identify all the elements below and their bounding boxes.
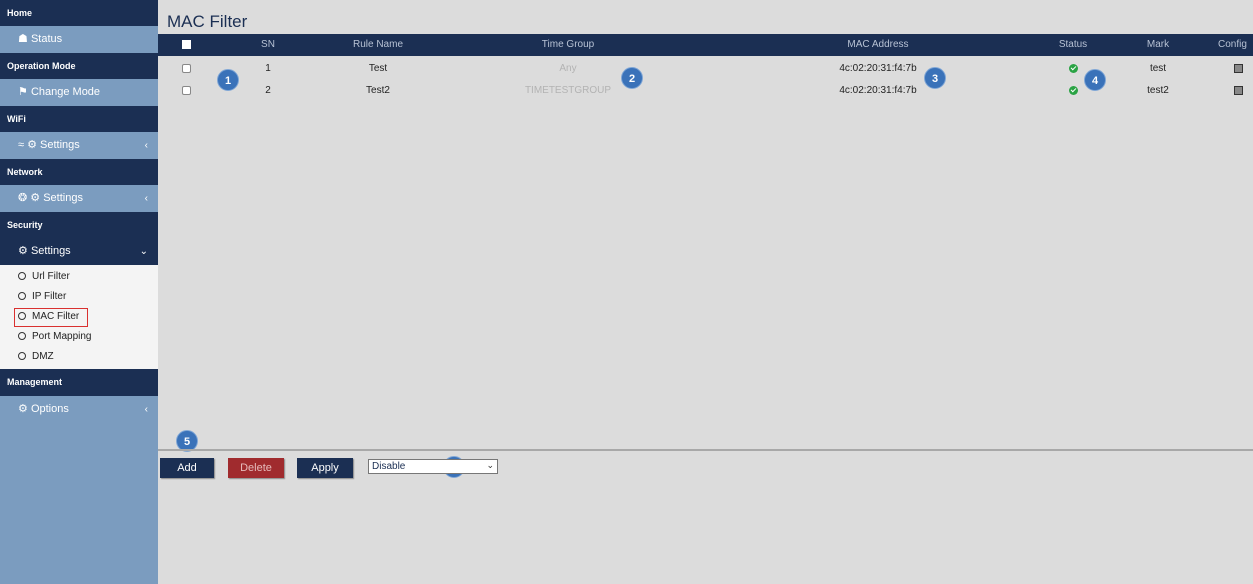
circle-icon xyxy=(18,332,26,340)
sidebar-item-label: Options xyxy=(30,403,69,415)
config-icon[interactable] xyxy=(1233,85,1243,95)
mode-select[interactable]: Disable ⌄ xyxy=(368,459,498,474)
chevron-left-icon: ‹ xyxy=(144,140,148,151)
table-header: SN Rule Name Time Group MAC Address Stat… xyxy=(158,34,1253,56)
home-icon: ☗ xyxy=(18,33,28,45)
chevron-down-icon: ⌄ xyxy=(486,460,494,470)
chevron-down-icon: ⌄ xyxy=(139,246,148,257)
sidebar-item-label: Settings xyxy=(30,245,71,257)
row-checkbox[interactable] xyxy=(182,64,191,73)
cell-config xyxy=(1228,58,1248,80)
row-checkbox[interactable] xyxy=(182,86,191,95)
check-circle-icon xyxy=(1068,63,1078,73)
sidebar-item-label: Status xyxy=(30,33,63,45)
network-icon: ❂ xyxy=(18,192,28,204)
sidebar-item-status[interactable]: ☗ Status xyxy=(0,26,158,53)
sidebar-item-label: Settings xyxy=(40,139,80,151)
sidebar-item-label: DMZ xyxy=(32,351,54,362)
chevron-left-icon: ‹ xyxy=(144,404,148,415)
annotation-badge: 2 xyxy=(621,67,643,89)
column-header-rule-name[interactable]: Rule Name xyxy=(338,34,418,56)
highlight-box xyxy=(14,308,88,327)
column-header-mark[interactable]: Mark xyxy=(1128,34,1188,56)
cell-mac-address: 4c:02:20:31:f4:7b xyxy=(839,85,917,96)
cell-sn: 1 xyxy=(265,63,271,74)
sidebar-item-options[interactable]: ⚙ Options ‹ xyxy=(0,396,158,423)
cell-sn: 2 xyxy=(265,85,271,96)
sidebar-item-port-mapping[interactable]: Port Mapping xyxy=(0,327,158,347)
sidebar-section-operation-mode: Operation Mode xyxy=(0,53,158,79)
sidebar: Home ☗ Status Operation Mode ⚑ Change Mo… xyxy=(0,0,158,584)
sidebar-item-url-filter[interactable]: Url Filter xyxy=(0,267,158,287)
sidebar-section-security: Security xyxy=(0,212,158,238)
sidebar-item-label: Url Filter xyxy=(32,271,70,282)
cell-rule-name: Test2 xyxy=(366,85,390,96)
cell-time-group: TIMETESTGROUP xyxy=(524,85,612,96)
divider xyxy=(158,449,1253,451)
sidebar-item-label: Port Mapping xyxy=(32,331,92,342)
config-icon[interactable] xyxy=(1233,63,1243,73)
select-all-checkbox[interactable] xyxy=(182,40,191,49)
cell-mark: test2 xyxy=(1147,85,1169,96)
sidebar-section-management: Management xyxy=(0,369,158,396)
sidebar-item-label: IP Filter xyxy=(32,291,67,302)
circle-icon xyxy=(18,352,26,360)
sidebar-item-ip-filter[interactable]: IP Filter xyxy=(0,287,158,307)
column-header-sn[interactable]: SN xyxy=(248,34,288,56)
annotation-badge: 1 xyxy=(217,69,239,91)
cell-time-group: Any xyxy=(559,63,577,74)
gears-icon: ⚙ xyxy=(27,139,37,151)
sidebar-item-dmz[interactable]: DMZ xyxy=(0,347,158,367)
circle-icon xyxy=(18,292,26,300)
main-content: MAC Filter SN Rule Name Time Group MAC A… xyxy=(158,0,1253,584)
flag-icon: ⚑ xyxy=(18,86,28,98)
delete-button[interactable]: Delete xyxy=(228,458,284,478)
gears-icon: ⚙ xyxy=(30,192,41,204)
annotation-badge: 3 xyxy=(924,67,946,89)
column-header-config[interactable]: Config xyxy=(1218,34,1253,56)
cell-mac-address: 4c:02:20:31:f4:7b xyxy=(839,63,917,74)
sidebar-item-security-settings[interactable]: ⚙ Settings ⌄ xyxy=(0,238,158,265)
cell-mark: test xyxy=(1149,63,1167,74)
sidebar-item-network-settings[interactable]: ❂ ⚙ Settings ‹ xyxy=(0,185,158,212)
wifi-icon: ≈ xyxy=(18,139,25,151)
add-button[interactable]: Add xyxy=(160,458,214,478)
sidebar-section-wifi: WiFi xyxy=(0,106,158,132)
security-submenu: Url Filter IP Filter MAC Filter Port Map… xyxy=(0,265,158,369)
gear-icon: ⚙ xyxy=(18,403,28,415)
sidebar-item-wifi-settings[interactable]: ≈ ⚙ Settings ‹ xyxy=(0,132,158,159)
sidebar-item-label: Settings xyxy=(43,192,83,204)
check-circle-icon xyxy=(1068,85,1078,95)
sidebar-item-label: Change Mode xyxy=(30,86,101,98)
annotation-badge: 4 xyxy=(1084,69,1106,91)
sidebar-item-change-mode[interactable]: ⚑ Change Mode xyxy=(0,79,158,106)
page-title: MAC Filter xyxy=(167,12,248,31)
chevron-left-icon: ‹ xyxy=(144,193,148,204)
cell-config xyxy=(1228,80,1248,102)
column-header-time-group[interactable]: Time Group xyxy=(518,34,618,56)
apply-button[interactable]: Apply xyxy=(297,458,353,478)
circle-icon xyxy=(18,272,26,280)
sidebar-section-network: Network xyxy=(0,159,158,185)
column-header-mac-address[interactable]: MAC Address xyxy=(828,34,928,56)
sidebar-section-home: Home xyxy=(0,0,158,26)
column-header-status[interactable]: Status xyxy=(1043,34,1103,56)
gears-icon: ⚙ xyxy=(18,245,28,257)
cell-rule-name: Test xyxy=(368,63,388,74)
mode-select-value: Disable xyxy=(372,461,406,472)
sidebar-item-mac-filter[interactable]: MAC Filter xyxy=(0,307,158,327)
